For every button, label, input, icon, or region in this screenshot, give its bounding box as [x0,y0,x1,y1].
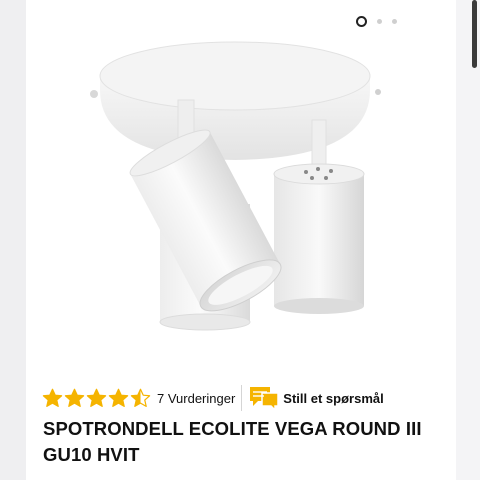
star-icon [64,388,85,407]
carousel-dot-2[interactable] [377,18,382,24]
star-icon [86,388,107,407]
ask-question-label: Still et spørsmål [283,390,384,406]
carousel-dot-1[interactable] [356,15,367,27]
rating-stars[interactable] [42,388,152,409]
scrollbar-thumb[interactable] [472,0,477,68]
reviews-link[interactable]: 7 Vurderinger [157,391,235,406]
star-icon [42,388,63,407]
product-title-line-2: GU10 HVIT [43,444,140,465]
carousel-indicator [356,14,407,28]
product-title: SPOTRONDELL ECOLITE VEGA ROUND III GU10 … [43,416,443,468]
product-title-line-1: SPOTRONDELL ECOLITE VEGA ROUND III [43,418,422,439]
page-edge [456,0,480,480]
ask-question-button[interactable]: Still et spørsmål [248,385,384,411]
speech-bubble-icon [250,387,280,411]
divider [241,385,243,411]
rating-row: 7 Vurderinger Still et spørsmål [42,384,384,412]
star-icon [130,388,151,407]
carousel-dot-3[interactable] [392,18,397,24]
star-icon [108,388,129,407]
product-image[interactable] [80,28,390,350]
